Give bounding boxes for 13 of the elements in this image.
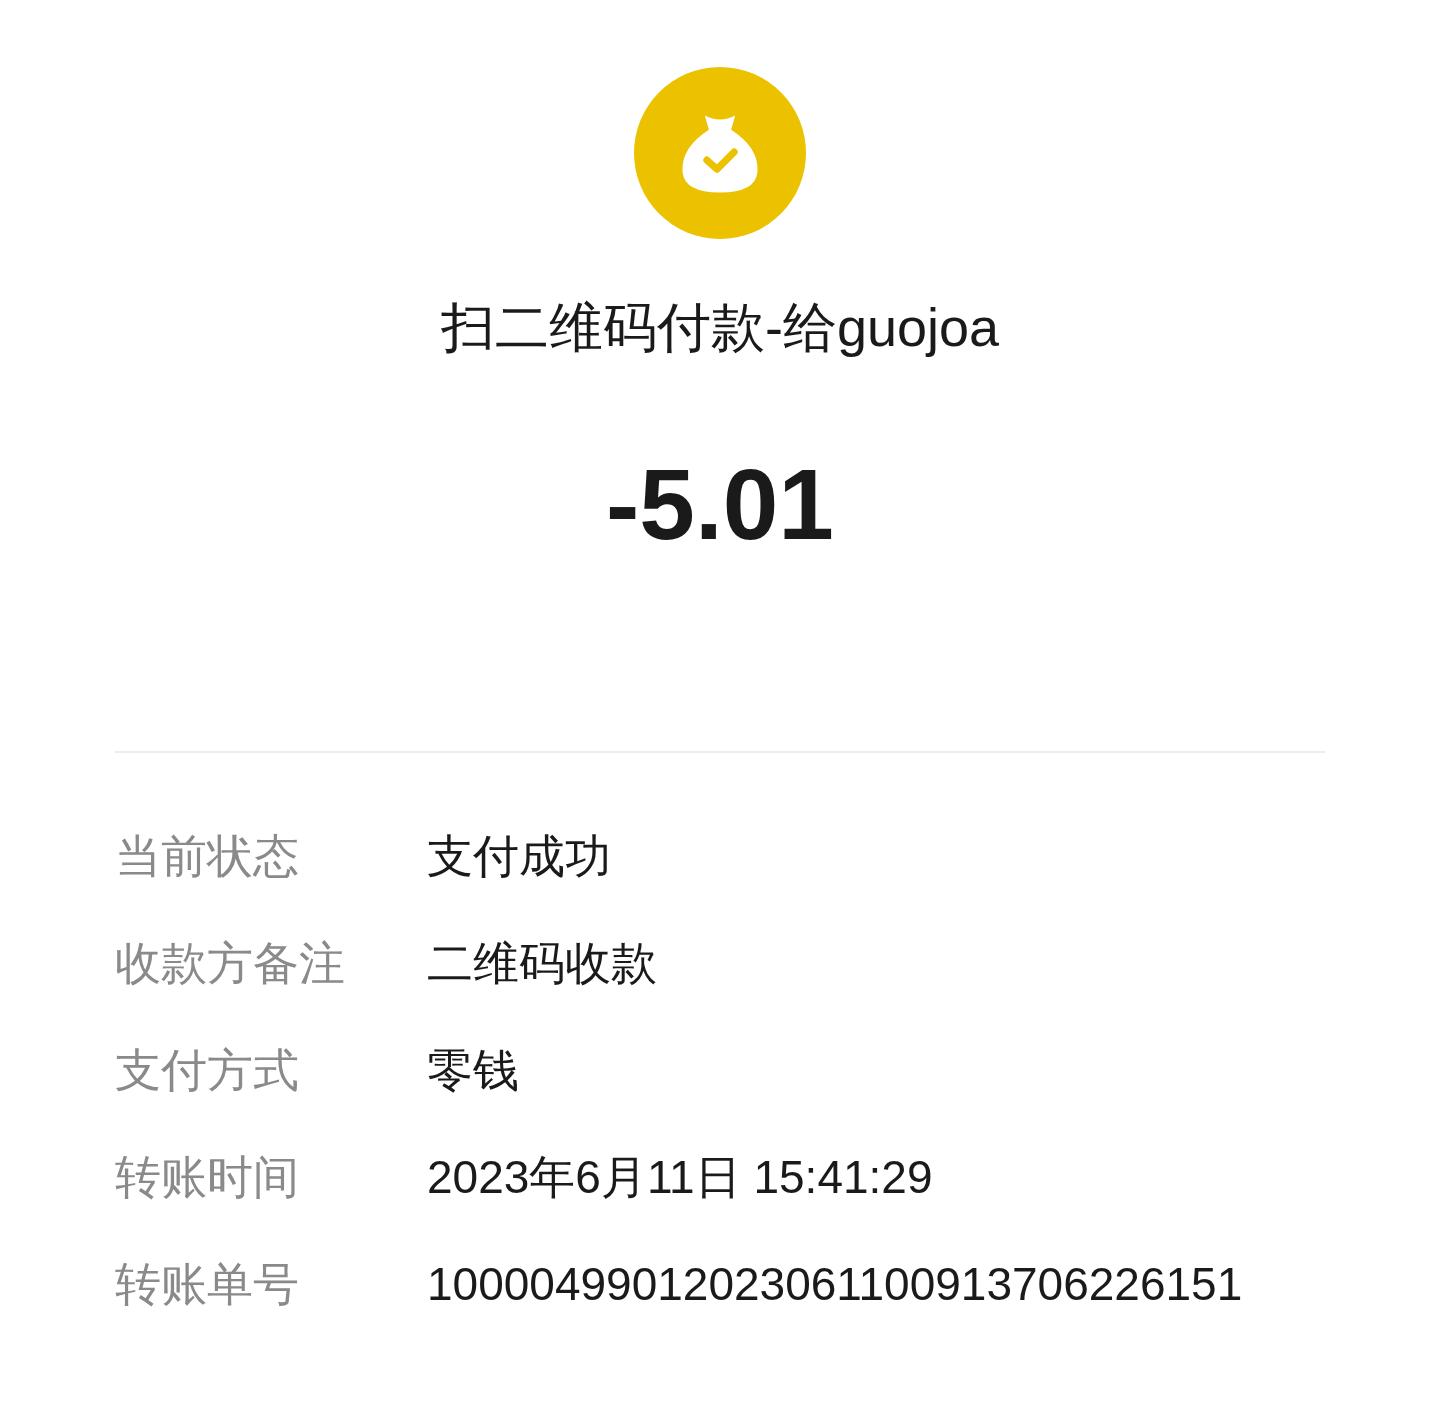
- payment-title: 扫二维码付款-给guojoa: [440, 297, 1000, 357]
- detail-value: 2023年6月11日 15:41:29: [427, 1150, 934, 1205]
- amount: -5.01: [606, 449, 834, 559]
- detail-label: 收款方备注: [115, 936, 346, 991]
- detail-label: 转账时间: [115, 1150, 300, 1205]
- detail-value: 10000499012023061100913706226151: [427, 1257, 1244, 1312]
- money-bag-icon: [634, 67, 806, 239]
- detail-value: 二维码收款: [427, 936, 658, 991]
- detail-label: 支付方式: [115, 1043, 300, 1098]
- detail-value: 支付成功: [427, 829, 612, 884]
- detail-label: 当前状态: [115, 829, 300, 884]
- detail-label: 转账单号: [115, 1257, 300, 1312]
- detail-value: 零钱: [427, 1043, 520, 1098]
